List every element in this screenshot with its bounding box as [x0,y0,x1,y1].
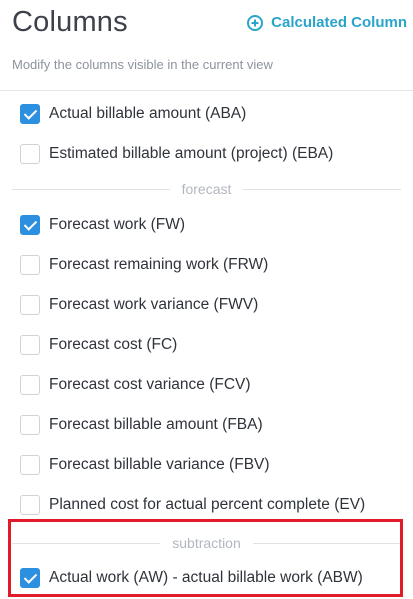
checkbox[interactable] [20,375,40,395]
column-item-fc[interactable]: Forecast cost (FC) [20,333,405,357]
group-divider-line [12,188,170,190]
column-item-aw-abw[interactable]: Actual work (AW) - actual billable work … [20,566,405,590]
calculated-column-label: Calculated Column [271,14,407,31]
group-header-subtraction: subtraction [12,535,402,551]
page-title: Columns [12,6,128,38]
checkbox-checked[interactable] [20,568,40,588]
checkbox[interactable] [20,335,40,355]
column-label: Forecast cost (FC) [49,336,178,353]
column-item-fbv[interactable]: Forecast billable variance (FBV) [20,453,405,477]
column-item-fw[interactable]: Forecast work (FW) [20,213,405,237]
column-label: Forecast cost variance (FCV) [49,376,251,393]
group-divider-line [12,542,161,544]
group-header-forecast: forecast [12,181,401,197]
column-item-fba[interactable]: Forecast billable amount (FBA) [20,413,405,437]
column-item-aba[interactable]: Actual billable amount (ABA) [20,102,405,126]
divider [0,90,413,91]
column-label: Estimated billable amount (project) (EBA… [49,145,334,162]
checkbox[interactable] [20,495,40,515]
group-divider-line [252,542,402,544]
plus-circle-icon [247,14,264,31]
checkbox[interactable] [20,255,40,275]
column-label: Forecast work variance (FWV) [49,296,259,313]
checkbox[interactable] [20,144,40,164]
column-item-fwv[interactable]: Forecast work variance (FWV) [20,293,405,317]
group-divider-line [243,188,401,190]
column-label: Actual billable amount (ABA) [49,105,247,122]
column-label: Actual work (AW) - actual billable work … [49,569,363,586]
subtitle: Modify the columns visible in the curren… [12,57,273,72]
column-item-frw[interactable]: Forecast remaining work (FRW) [20,253,405,277]
group-label: subtraction [172,535,241,551]
checkbox[interactable] [20,415,40,435]
checkbox-checked[interactable] [20,215,40,235]
column-label: Planned cost for actual percent complete… [49,496,366,513]
header: Columns Calculated Column [12,4,407,44]
column-label: Forecast work (FW) [49,216,186,233]
calculated-column-button[interactable]: Calculated Column [247,14,407,31]
checkbox[interactable] [20,295,40,315]
column-label: Forecast billable amount (FBA) [49,416,263,433]
column-item-eba[interactable]: Estimated billable amount (project) (EBA… [20,142,405,166]
checkbox-checked[interactable] [20,104,40,124]
column-item-fcv[interactable]: Forecast cost variance (FCV) [20,373,405,397]
column-item-ev[interactable]: Planned cost for actual percent complete… [20,493,405,517]
group-label: forecast [181,181,232,197]
checkbox[interactable] [20,455,40,475]
column-label: Forecast remaining work (FRW) [49,256,269,273]
column-label: Forecast billable variance (FBV) [49,456,270,473]
